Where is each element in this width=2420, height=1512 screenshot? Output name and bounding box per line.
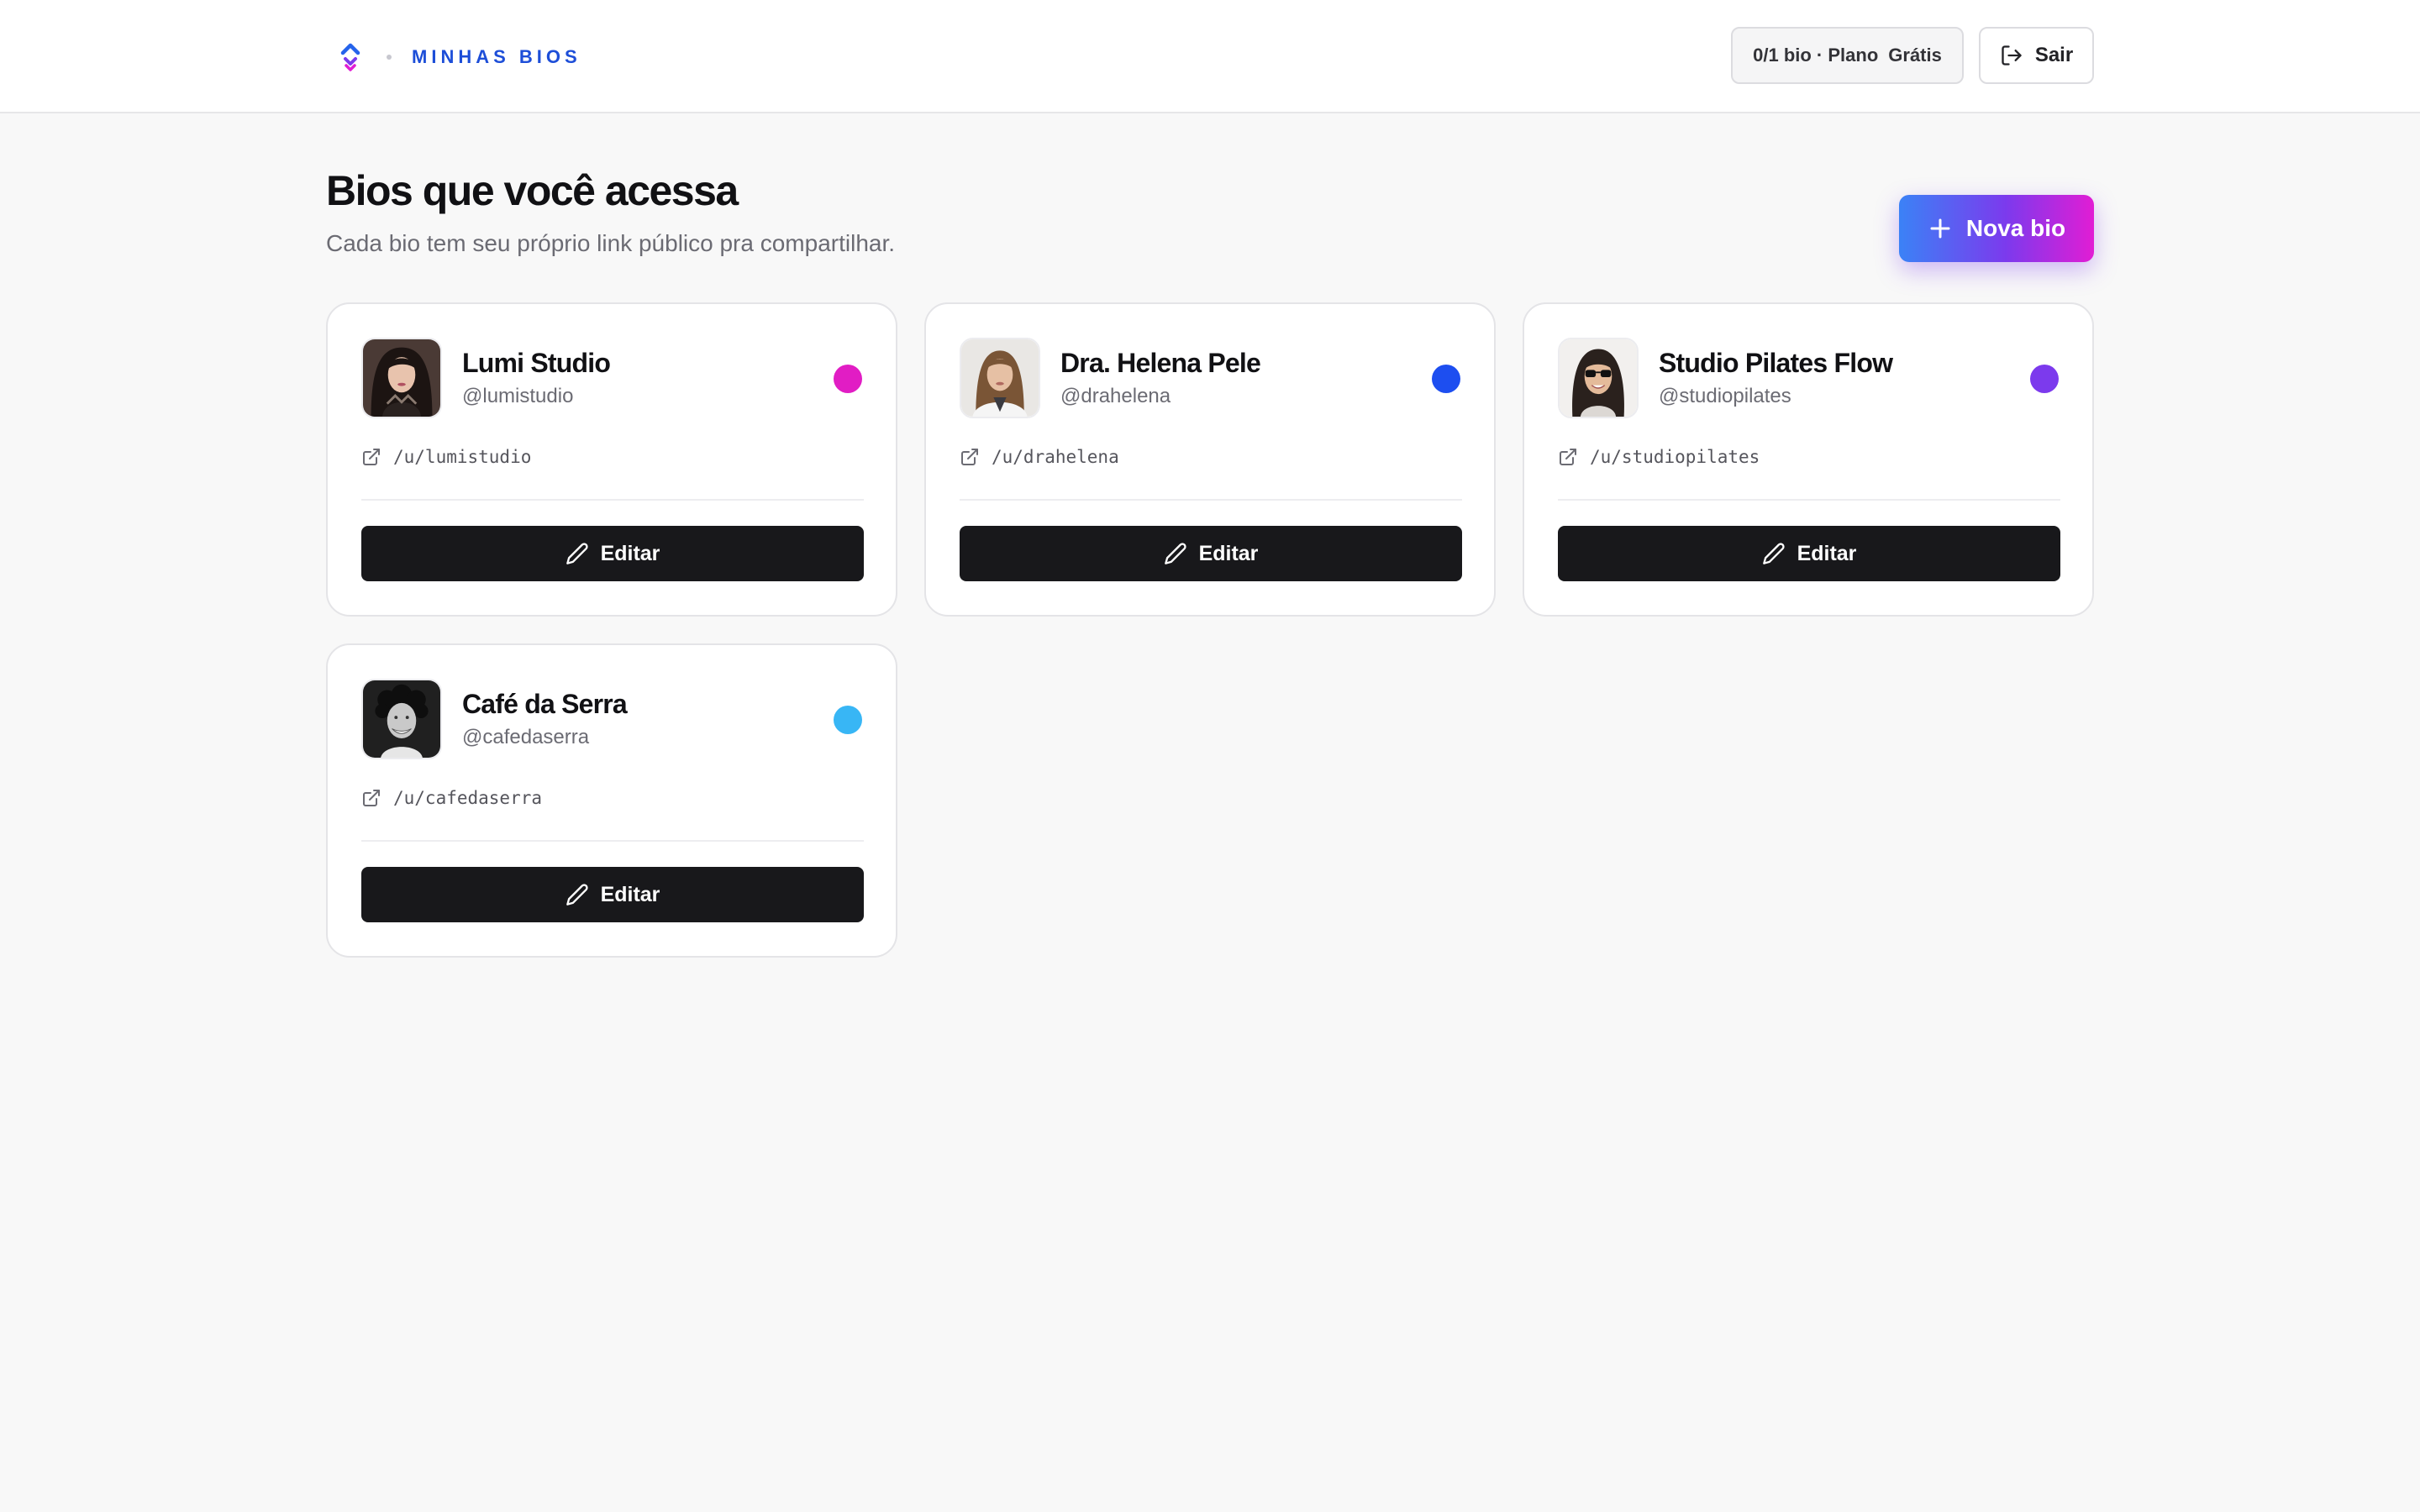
avatar (361, 338, 442, 418)
edit-button[interactable]: Editar (1558, 526, 2060, 581)
bio-handle: @studiopilates (1659, 385, 1791, 407)
logout-button[interactable]: Sair (1979, 27, 2094, 84)
bio-card: Café da Serra @cafedaserra /u/cafedaserr… (326, 643, 897, 958)
bio-public-link[interactable]: /u/cafedaserra (361, 788, 542, 808)
divider (1558, 499, 2060, 501)
pencil-icon (1762, 543, 1785, 564)
logo-icon (340, 43, 360, 71)
avatar (960, 338, 1040, 418)
bio-name: Lumi Studio (462, 348, 611, 378)
bio-color-dot (2030, 365, 2059, 393)
plan-usage: 0/1 bio · Plano (1753, 45, 1879, 66)
bio-card: Dra. Helena Pele @drahelena /u/drahelena… (924, 302, 1496, 617)
external-link-icon (363, 790, 380, 806)
bio-name: Café da Serra (462, 689, 628, 719)
edit-label: Editar (600, 541, 660, 565)
brand-separator (387, 55, 392, 60)
edit-label: Editar (1797, 541, 1857, 565)
pencil-icon (1164, 543, 1186, 564)
divider (361, 840, 864, 842)
portrait-man-curly-bw (363, 680, 440, 758)
bio-link-text: /u/drahelena (992, 447, 1119, 467)
avatar (361, 679, 442, 759)
portrait-woman-sunglasses (1560, 339, 1637, 417)
divider (960, 499, 1462, 501)
external-link-icon (363, 449, 380, 465)
bio-public-link[interactable]: /u/drahelena (960, 447, 1119, 467)
divider (361, 499, 864, 501)
external-link-icon (961, 449, 978, 465)
bio-handle: @drahelena (1060, 385, 1171, 407)
edit-button[interactable]: Editar (361, 867, 864, 922)
plan-name: Grátis (1888, 45, 1942, 66)
bio-handle: @cafedaserra (462, 726, 590, 748)
edit-button[interactable]: Editar (960, 526, 1462, 581)
page-title: Bios que você acessa (326, 167, 739, 214)
brand-title: MINHAS BIOS (412, 46, 581, 67)
pencil-icon (566, 543, 588, 564)
bio-color-dot (834, 365, 862, 393)
plus-icon (1930, 218, 1950, 239)
edit-label: Editar (600, 882, 660, 906)
external-link-icon (1560, 449, 1576, 465)
logout-label: Sair (2034, 44, 2074, 66)
logout-icon (2002, 45, 2022, 66)
bio-public-link[interactable]: /u/lumistudio (361, 447, 531, 467)
bio-name: Studio Pilates Flow (1659, 348, 1893, 378)
bio-public-link[interactable]: /u/studiopilates (1558, 447, 1760, 467)
portrait-woman-doctor (961, 339, 1039, 417)
bio-name: Dra. Helena Pele (1060, 348, 1261, 378)
page-subtitle: Cada bio tem seu próprio link público pr… (326, 230, 896, 256)
bio-card: Lumi Studio @lumistudio /u/lumistudio Ed… (326, 302, 897, 617)
bio-color-dot (1432, 365, 1460, 393)
bio-card: Studio Pilates Flow @studiopilates /u/st… (1523, 302, 2094, 617)
bio-link-text: /u/studiopilates (1590, 447, 1760, 467)
brand[interactable]: MINHAS BIOS (336, 40, 581, 74)
top-bar: MINHAS BIOS 0/1 bio · Plano Grátis Sair (0, 0, 2420, 113)
portrait-woman-dark-hair (363, 339, 440, 417)
bio-link-text: /u/lumistudio (393, 447, 532, 467)
bio-color-dot (834, 706, 862, 734)
new-bio-label: Nova bio (1965, 215, 2066, 241)
edit-label: Editar (1198, 541, 1259, 565)
bio-link-text: /u/cafedaserra (393, 788, 543, 808)
avatar (1558, 338, 1639, 418)
plan-badge: 0/1 bio · Plano Grátis (1731, 27, 1964, 84)
new-bio-button[interactable]: Nova bio (1899, 195, 2094, 262)
bio-handle: @lumistudio (462, 385, 574, 407)
edit-button[interactable]: Editar (361, 526, 864, 581)
pencil-icon (566, 884, 588, 906)
